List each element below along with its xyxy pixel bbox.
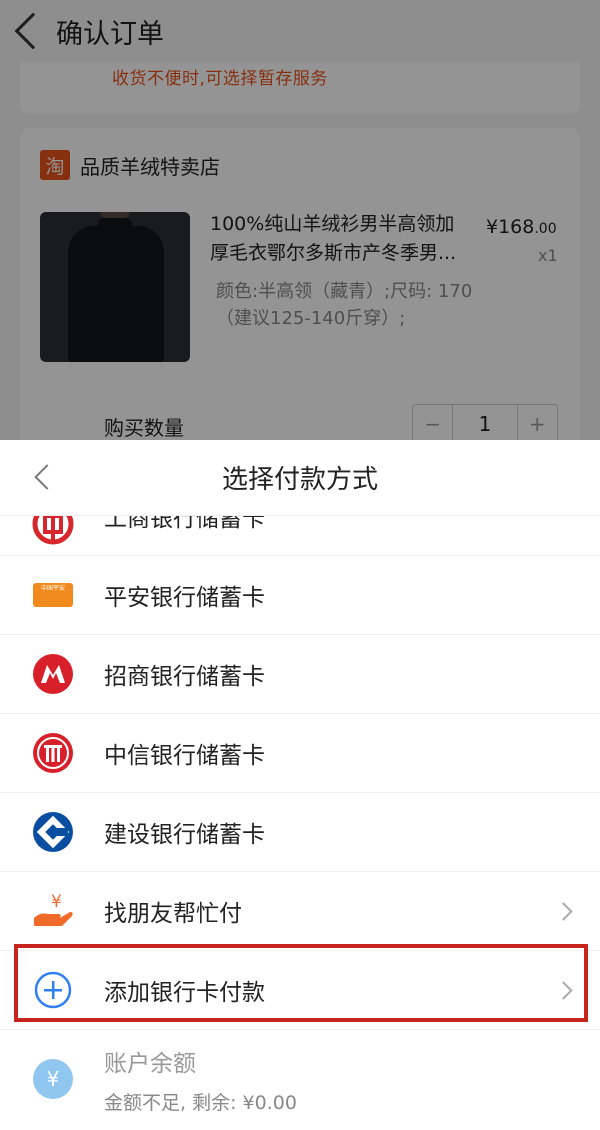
- payment-item-pingan[interactable]: 中国平安 平安银行储蓄卡: [0, 556, 600, 635]
- ccb-logo-icon: [32, 811, 74, 853]
- payment-item-label: 账户余额: [104, 1051, 196, 1077]
- payment-list: 工商银行储蓄卡 中国平安 平安银行储蓄卡 招商银行储蓄卡 中信银行储蓄卡 建设银…: [0, 516, 600, 1130]
- payment-item-friend-pay[interactable]: ¥ 找朋友帮忙付: [0, 872, 600, 951]
- payment-item-label: 平安银行储蓄卡: [104, 585, 265, 611]
- friend-pay-yen: ¥: [51, 892, 62, 912]
- payment-item-label: 工商银行储蓄卡: [104, 516, 265, 532]
- pingan-card-icon: 中国平安: [32, 574, 74, 616]
- payment-item-balance: ¥ 账户余额 金额不足, 剩余: ¥0.00: [0, 1030, 600, 1130]
- icbc-logo-icon: [32, 516, 74, 545]
- payment-item-label: 建设银行储蓄卡: [104, 822, 265, 848]
- order-page: 确认订单 收货不便时,可选择暂存服务 淘 品质羊绒特卖店 100%纯山羊绒衫男半…: [0, 0, 600, 448]
- pingan-card-text: 中国平安: [40, 585, 65, 592]
- payment-item-citic[interactable]: 中信银行储蓄卡: [0, 714, 600, 793]
- sheet-header: 选择付款方式: [0, 440, 600, 516]
- payment-item-label: 找朋友帮忙付: [104, 901, 242, 927]
- chevron-right-icon: [554, 901, 573, 921]
- friend-pay-hand-icon: ¥: [32, 890, 74, 932]
- citic-logo-icon: [32, 732, 74, 774]
- payment-item-icbc[interactable]: 工商银行储蓄卡: [0, 516, 600, 556]
- sheet-title: 选择付款方式: [221, 465, 378, 495]
- modal-overlay[interactable]: [0, 0, 600, 440]
- highlight-box: [14, 944, 588, 1022]
- payment-method-sheet: 选择付款方式 工商银行储蓄卡 中国平安 平安银行储蓄卡 招商银行储蓄卡 中信银行…: [0, 440, 600, 1130]
- payment-item-label: 招商银行储蓄卡: [104, 664, 265, 690]
- cmb-logo-icon: [32, 653, 74, 695]
- yen-circle-icon: ¥: [32, 1058, 74, 1100]
- payment-item-cmb[interactable]: 招商银行储蓄卡: [0, 635, 600, 714]
- payment-item-ccb[interactable]: 建设银行储蓄卡: [0, 793, 600, 872]
- sheet-back-icon[interactable]: [34, 464, 60, 490]
- balance-sub-label: 金额不足, 剩余: ¥0.00: [104, 1092, 297, 1114]
- yen-symbol: ¥: [33, 1059, 73, 1099]
- payment-item-label: 中信银行储蓄卡: [104, 743, 265, 769]
